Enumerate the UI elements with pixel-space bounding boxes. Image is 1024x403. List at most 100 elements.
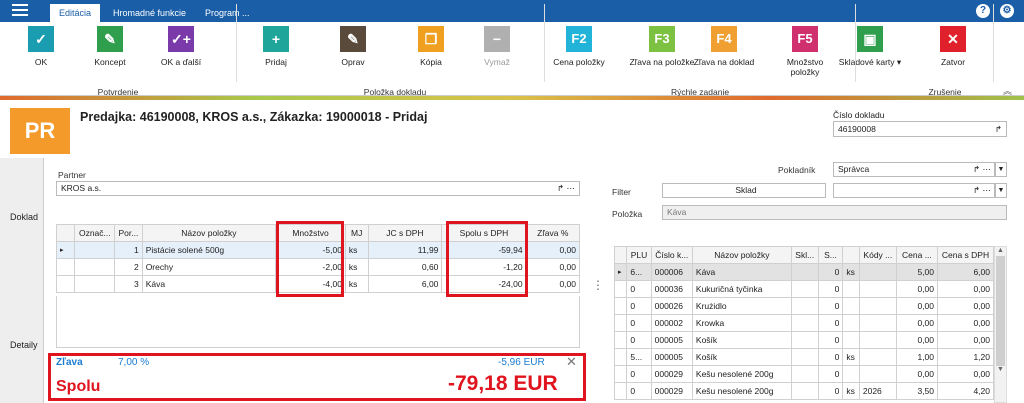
- products-col-header[interactable]: PLU: [626, 246, 652, 264]
- ribbon-button-4[interactable]: ✎ Oprav: [320, 26, 386, 67]
- item-field[interactable]: Káva: [662, 205, 1007, 220]
- table-cell[interactable]: 0: [817, 280, 844, 298]
- table-cell[interactable]: Krużidlo: [691, 297, 792, 315]
- settings-icon[interactable]: ⚙: [1000, 4, 1014, 18]
- doc-number-field[interactable]: 46190008 ↱: [833, 121, 1007, 137]
- ribbon-button-7[interactable]: F2 Cena položky: [546, 26, 612, 67]
- ribbon-button-1[interactable]: ✎ Koncept: [77, 26, 143, 67]
- ribbon-button-12[interactable]: ✕ Zatvor: [920, 26, 986, 67]
- table-cell[interactable]: 5...: [626, 348, 652, 366]
- table-cell[interactable]: 5,00: [895, 263, 939, 281]
- ribbon-button-9[interactable]: F4 Zľava na doklad: [691, 26, 757, 67]
- table-cell[interactable]: 1,20: [937, 348, 994, 366]
- table-cell[interactable]: 000026: [650, 297, 693, 315]
- table-cell[interactable]: ks: [842, 263, 860, 281]
- filter-dropdown-icon[interactable]: ▼: [995, 183, 1007, 198]
- partner-field[interactable]: KROS a.s. ↱ ⋯: [56, 181, 580, 196]
- list-item[interactable]: 5... 000005 Košík 0 ks 1,00 1,20: [613, 348, 994, 366]
- table-cell[interactable]: Orechy: [141, 258, 277, 276]
- table-cell[interactable]: [790, 382, 819, 400]
- table-cell[interactable]: 0: [626, 382, 652, 400]
- table-cell[interactable]: 3,50: [895, 382, 939, 400]
- table-cell[interactable]: [858, 314, 897, 332]
- table-cell[interactable]: 0: [626, 314, 652, 332]
- splitter-handle-icon[interactable]: ⋮: [592, 278, 604, 292]
- items-col-header[interactable]: Názov položky: [141, 224, 277, 242]
- table-cell[interactable]: 0,00: [895, 365, 939, 383]
- filter-actions-icon[interactable]: ↱ ⋯: [973, 184, 991, 197]
- table-cell[interactable]: [858, 348, 897, 366]
- cashier-field[interactable]: Správca ↱ ⋯: [833, 162, 995, 177]
- products-col-header[interactable]: Kódy ...: [858, 246, 897, 264]
- table-cell[interactable]: 0: [817, 382, 844, 400]
- cashier-dropdown-icon[interactable]: ▼: [995, 162, 1007, 177]
- ribbon-button-2[interactable]: ✓+ OK a ďalší: [148, 26, 214, 67]
- table-cell[interactable]: 0,00: [895, 331, 939, 349]
- table-cell[interactable]: 000029: [650, 365, 693, 383]
- table-cell[interactable]: 4,20: [937, 382, 994, 400]
- hamburger-menu-icon[interactable]: [12, 4, 28, 16]
- table-cell[interactable]: [74, 275, 116, 293]
- ribbon-button-8[interactable]: F3 Zľava na položke: [629, 26, 695, 67]
- close-discount-icon[interactable]: ✕: [566, 354, 577, 370]
- table-cell[interactable]: 0,00: [937, 297, 994, 315]
- table-cell[interactable]: 000005: [650, 348, 693, 366]
- table-cell[interactable]: 1,00: [895, 348, 939, 366]
- list-item[interactable]: ▸ 6... 000006 Káva 0 ks 5,00 6,00: [613, 263, 994, 281]
- products-col-header[interactable]: [842, 246, 860, 264]
- list-item[interactable]: 0 000005 Košík 0 0,00 0,00: [613, 331, 994, 349]
- products-col-header[interactable]: Skl...: [790, 246, 819, 264]
- table-cell[interactable]: 0,00: [895, 314, 939, 332]
- products-scrollbar[interactable]: ▲ ▼: [994, 246, 1007, 403]
- table-cell[interactable]: ks: [344, 275, 369, 293]
- tab-editacia[interactable]: Editácia: [50, 4, 101, 22]
- table-cell[interactable]: Pistácie solené 500g: [141, 241, 277, 259]
- products-col-header[interactable]: Cena ...: [895, 246, 939, 264]
- table-cell[interactable]: 0: [817, 263, 844, 281]
- table-cell[interactable]: 6,00: [367, 275, 443, 293]
- table-cell[interactable]: [858, 331, 897, 349]
- table-cell[interactable]: ks: [842, 382, 860, 400]
- products-col-header[interactable]: Názov položky: [691, 246, 792, 264]
- table-cell[interactable]: 2026: [858, 382, 897, 400]
- filter-sklad-button[interactable]: Sklad: [662, 183, 826, 198]
- table-cell[interactable]: Košík: [691, 348, 792, 366]
- table-cell[interactable]: 0: [817, 365, 844, 383]
- table-cell[interactable]: 0,00: [895, 297, 939, 315]
- items-col-header[interactable]: Označ...: [74, 224, 116, 242]
- ribbon-button-10[interactable]: F5 Množstvo položky: [772, 26, 838, 77]
- list-item[interactable]: 0 000036 Kukuričná tyčinka 0 0,00 0,00: [613, 280, 994, 298]
- table-cell[interactable]: [858, 280, 897, 298]
- table-cell[interactable]: Kešu nesolené 200g: [691, 365, 792, 383]
- table-cell[interactable]: 000029: [650, 382, 693, 400]
- table-cell[interactable]: ks: [344, 241, 369, 259]
- table-cell[interactable]: 0,00: [525, 241, 581, 259]
- table-cell[interactable]: 0: [817, 348, 844, 366]
- table-cell[interactable]: 3: [114, 275, 143, 293]
- list-item[interactable]: 0 000029 Kešu nesolené 200g 0 ks 2026 3,50 4,20: [613, 382, 994, 400]
- table-cell[interactable]: ks: [842, 348, 860, 366]
- table-cell[interactable]: 0: [626, 365, 652, 383]
- items-col-header[interactable]: JC s DPH: [367, 224, 443, 242]
- table-cell[interactable]: 0: [817, 314, 844, 332]
- table-cell[interactable]: [858, 365, 897, 383]
- table-cell[interactable]: 0,00: [937, 280, 994, 298]
- table-cell[interactable]: [790, 314, 819, 332]
- table-cell[interactable]: ks: [344, 258, 369, 276]
- table-cell[interactable]: 0: [817, 331, 844, 349]
- table-cell[interactable]: Košík: [691, 331, 792, 349]
- table-cell[interactable]: [842, 297, 860, 315]
- table-cell[interactable]: [858, 297, 897, 315]
- products-col-header[interactable]: S...: [817, 246, 844, 264]
- table-cell[interactable]: 0,60: [367, 258, 443, 276]
- table-cell[interactable]: 11,99: [367, 241, 443, 259]
- items-col-header[interactable]: MJ: [344, 224, 369, 242]
- ribbon-button-5[interactable]: ❐ Kópia: [398, 26, 464, 67]
- tab-program[interactable]: Program ...: [196, 4, 259, 22]
- list-item[interactable]: 0 000029 Kešu nesolené 200g 0 0,00 0,00: [613, 365, 994, 383]
- table-cell[interactable]: [842, 314, 860, 332]
- table-cell[interactable]: 000036: [650, 280, 693, 298]
- table-cell[interactable]: Kukuričná tyčinka: [691, 280, 792, 298]
- partner-actions-icon[interactable]: ↱ ⋯: [557, 182, 575, 195]
- table-cell[interactable]: 000005: [650, 331, 693, 349]
